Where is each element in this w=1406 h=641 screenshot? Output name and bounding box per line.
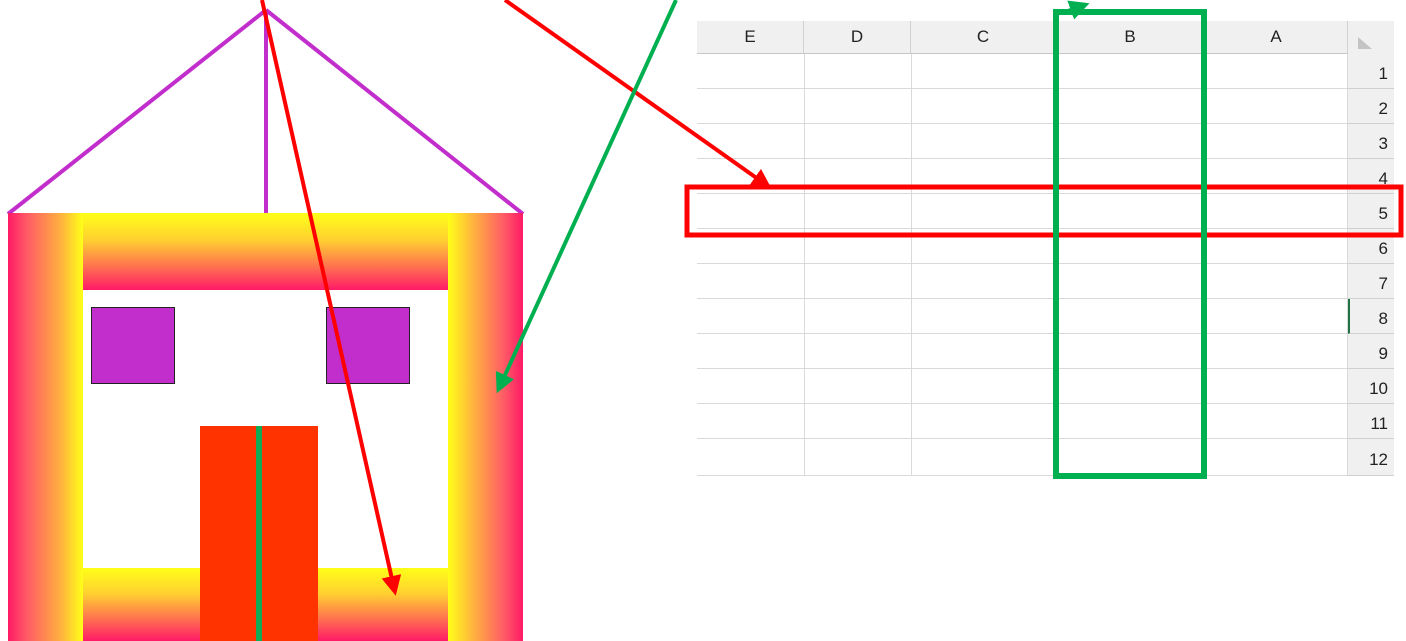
row-5-highlight-box [684, 184, 1404, 238]
column-b-highlight-box [1053, 9, 1207, 479]
annotation-overlay [260, 0, 1404, 596]
red-arrow-to-door [260, 0, 402, 596]
